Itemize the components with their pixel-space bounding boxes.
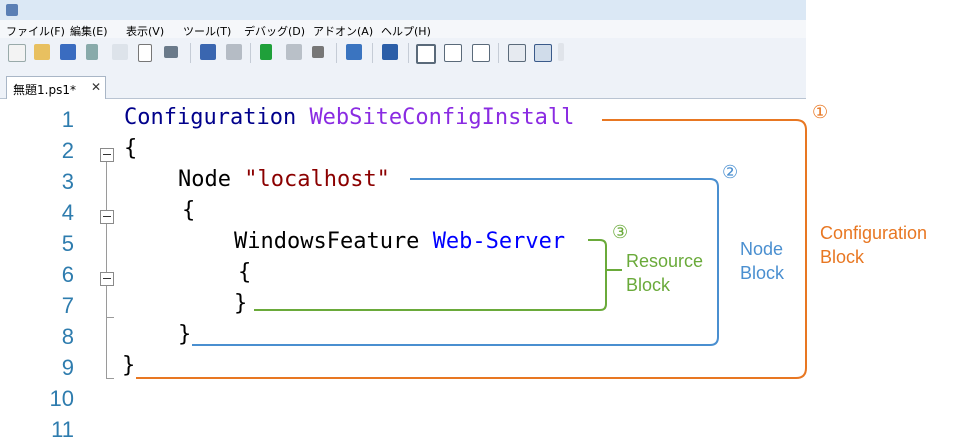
show-command-window-icon[interactable]: [508, 44, 526, 62]
line-number: 3: [61, 169, 74, 194]
menu-edit[interactable]: 編集(E): [70, 23, 108, 39]
node-string: "localhost": [244, 167, 390, 192]
show-script-right-icon[interactable]: [444, 44, 462, 62]
fold-line: [106, 286, 107, 378]
line-number: 8: [61, 324, 74, 349]
code-line-9: }: [122, 353, 136, 378]
toolbar: [0, 38, 806, 68]
run-script-icon[interactable]: [260, 44, 272, 60]
show-script-top-icon[interactable]: [416, 44, 436, 64]
menu-view[interactable]: 表示(V): [126, 23, 164, 39]
toolbar-separator: [408, 43, 409, 63]
menu-bar: ファイル(F) 編集(E) 表示(V) ツール(T) デバッグ(D) アドオン(…: [0, 20, 806, 38]
keyword-windowsfeature: WindowsFeature: [234, 229, 420, 254]
keyword-node: Node: [178, 167, 231, 192]
menu-debug[interactable]: デバッグ(D): [244, 23, 305, 39]
cut-icon[interactable]: [86, 44, 98, 60]
configuration-block-label: Configuration Block: [820, 223, 928, 267]
line-number: 1: [61, 107, 74, 132]
toolbar-separator: [250, 43, 251, 63]
line-number: 6: [61, 262, 74, 287]
fold-line: [106, 162, 107, 210]
menu-addons[interactable]: アドオン(A): [313, 23, 373, 39]
resource-block-label: Resource Block: [626, 251, 704, 295]
code-line-6: {: [238, 260, 252, 285]
powershell-ise-icon: [6, 4, 18, 16]
paste-icon[interactable]: [138, 44, 152, 62]
node-block-label: Node Block: [740, 239, 785, 283]
configuration-name: WebSiteConfigInstall: [309, 105, 575, 130]
script-editor[interactable]: 1 2 3 4 5 6 7 8 9 10 11 Configuration We…: [0, 99, 967, 442]
menu-tools[interactable]: ツール(T): [183, 23, 231, 39]
show-script-maximized-icon[interactable]: [472, 44, 490, 62]
stop-icon[interactable]: [312, 46, 324, 58]
resource-name: Web-Server: [432, 229, 566, 254]
script-tab-strip: 無題1.ps1* ✕: [0, 68, 806, 99]
line-number: 4: [61, 200, 74, 225]
fold-end-tick: [106, 317, 114, 318]
redo-icon[interactable]: [226, 44, 242, 60]
line-number: 7: [61, 293, 74, 318]
clear-icon[interactable]: [164, 46, 178, 58]
menu-file[interactable]: ファイル(F): [6, 23, 65, 39]
line-number: 9: [61, 355, 74, 380]
line-number: 5: [61, 231, 74, 256]
show-command-addon-icon[interactable]: [534, 44, 552, 62]
annotation-number-1: ①: [812, 102, 829, 122]
toolbar-separator: [336, 43, 337, 63]
open-folder-icon[interactable]: [34, 44, 50, 60]
new-file-icon[interactable]: [8, 44, 26, 62]
tab-script[interactable]: 無題1.ps1* ✕: [6, 76, 106, 99]
fold-line: [106, 224, 107, 272]
annotation-number-2: ②: [722, 162, 739, 182]
start-powershell-icon[interactable]: [382, 44, 398, 60]
annotation-number-3: ③: [612, 222, 629, 242]
copy-icon[interactable]: [112, 44, 128, 60]
keyword-configuration: Configuration: [124, 105, 297, 130]
code-line-3: Node "localhost": [178, 167, 390, 192]
toolbar-overflow-icon[interactable]: [558, 43, 564, 61]
fold-toggle[interactable]: [100, 148, 114, 162]
line-number: 11: [51, 417, 74, 442]
code-line-4: {: [182, 198, 196, 223]
run-selection-icon[interactable]: [286, 44, 302, 60]
fold-toggle[interactable]: [100, 272, 114, 286]
code-line-8: }: [178, 322, 192, 347]
window-title-bar: [0, 0, 806, 20]
fold-toggle[interactable]: [100, 210, 114, 224]
code-line-2: {: [124, 136, 138, 161]
toolbar-separator: [190, 43, 191, 63]
toolbar-separator: [498, 43, 499, 63]
menu-help[interactable]: ヘルプ(H): [381, 23, 431, 39]
fold-end-tick: [106, 378, 114, 379]
code-line-7: }: [234, 291, 248, 316]
code-line-1: Configuration WebSiteConfigInstall: [124, 105, 574, 130]
code-line-5: WindowsFeature Web-Server: [234, 229, 565, 254]
tab-label: 無題1.ps1*: [13, 83, 76, 97]
save-icon[interactable]: [60, 44, 76, 60]
undo-icon[interactable]: [200, 44, 216, 60]
line-number: 10: [49, 386, 74, 411]
toolbar-separator: [372, 43, 373, 63]
line-number: 2: [61, 138, 74, 163]
remote-powershell-icon[interactable]: [346, 44, 362, 60]
close-icon[interactable]: ✕: [91, 80, 101, 94]
